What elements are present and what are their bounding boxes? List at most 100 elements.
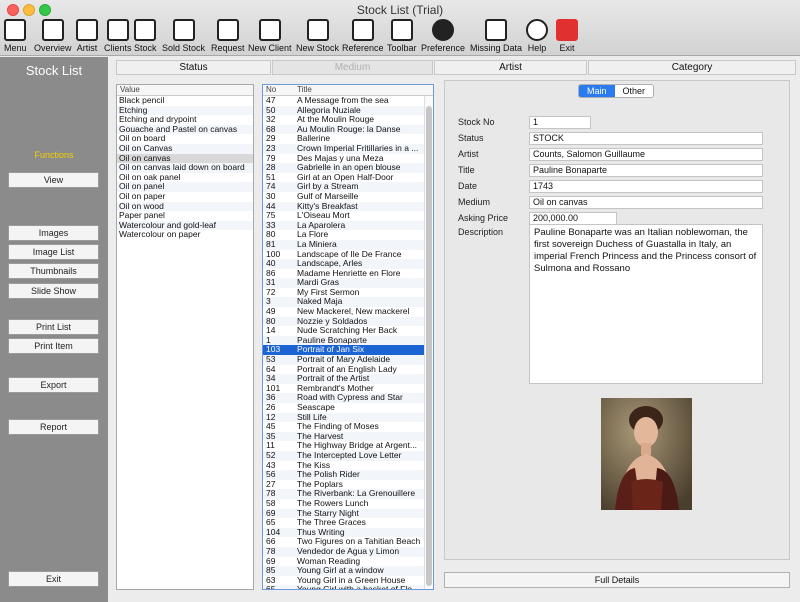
column-status[interactable]: Status <box>116 60 271 75</box>
list-item[interactable]: Oil on panel <box>117 182 253 192</box>
status-field[interactable]: STOCK <box>529 132 763 145</box>
date-field[interactable]: 1743 <box>529 180 763 193</box>
toolbar-artist-button[interactable]: Artist <box>76 16 98 56</box>
table-row[interactable]: 35 The Harvest <box>263 431 424 442</box>
table-row[interactable]: 81 La Miniera <box>263 239 424 250</box>
table-row[interactable]: 69 The Starry Night <box>263 508 424 519</box>
table-row[interactable]: 103 Portrait of Jan Six <box>263 345 424 356</box>
title-header[interactable]: Title <box>297 85 312 95</box>
artist-field[interactable]: Counts, Salomon Guillaume <box>529 148 763 161</box>
stock-no-field[interactable]: 1 <box>529 116 591 129</box>
toolbar-menu-button[interactable]: Menu <box>4 16 27 56</box>
toolbar-clients-button[interactable]: Clients <box>104 16 132 56</box>
table-row[interactable]: 63 Young Girl in a Green House <box>263 576 424 586</box>
tab-other[interactable]: Other <box>614 85 654 97</box>
toolbar-preference-button[interactable]: Preference <box>421 16 465 56</box>
sidebar-image-list-button[interactable]: Image List <box>8 244 99 260</box>
toolbar-toolbar-button[interactable]: Toolbar <box>387 16 417 56</box>
scrollbar-thumb[interactable] <box>426 106 432 586</box>
table-row[interactable]: 78 The Riverbank: La Grenouillere <box>263 489 424 499</box>
table-row[interactable]: 86 Madame Henriette en Flore <box>263 269 424 279</box>
table-row[interactable]: 49 New Mackerel, New mackerel <box>263 307 424 317</box>
table-row[interactable]: 32 At the Moulin Rouge <box>263 115 424 125</box>
sidebar-exit-button[interactable]: Exit <box>8 571 99 587</box>
toolbar-reference-button[interactable]: Reference <box>342 16 384 56</box>
toolbar-help-button[interactable]: Help <box>526 16 548 56</box>
table-row[interactable]: 52 The Intercepted Love Letter <box>263 450 424 461</box>
no-header[interactable]: No <box>263 85 297 95</box>
table-row[interactable]: 36 Road with Cypress and Star <box>263 393 424 403</box>
table-row[interactable]: 64 Portrait of an English Lady <box>263 365 424 375</box>
table-row[interactable]: 27 The Poplars <box>263 480 424 490</box>
column-medium[interactable]: Medium <box>272 60 433 75</box>
list-item[interactable]: Etching and drypoint <box>117 115 253 125</box>
table-row[interactable]: 47 A Message from the sea <box>263 96 424 106</box>
table-row[interactable]: 30 Gulf of Marseille <box>263 192 424 202</box>
table-row[interactable]: 12 Still Life <box>263 412 424 423</box>
list-item[interactable]: Etching <box>117 105 253 116</box>
toolbar-overview-button[interactable]: Overview <box>34 16 72 56</box>
table-row[interactable]: 69 Woman Reading <box>263 557 424 567</box>
sidebar-slide-show-button[interactable]: Slide Show <box>8 283 99 299</box>
list-item[interactable]: Oil on board <box>117 134 253 144</box>
stock-list-scrollbar[interactable] <box>424 96 433 589</box>
list-item[interactable]: Oil on canvas <box>117 153 253 164</box>
table-row[interactable]: 79 Des Majas y una Meza <box>263 154 424 164</box>
sidebar-export-button[interactable]: Export <box>8 377 99 393</box>
table-row[interactable]: 72 My First Sermon <box>263 288 424 298</box>
table-row[interactable]: 34 Portrait of the Artist <box>263 374 424 384</box>
full-details-button[interactable]: Full Details <box>444 572 790 588</box>
table-row[interactable]: 50 Allegoria Nuziale <box>263 105 424 116</box>
table-row[interactable]: 78 Vendedor de Agua y Limon <box>263 546 424 557</box>
table-row[interactable]: 43 The Kiss <box>263 461 424 471</box>
table-row[interactable]: 101 Rembrandt's Mother <box>263 384 424 394</box>
table-row[interactable]: 23 Crown Imperial Fritillaries in a ... <box>263 143 424 154</box>
sidebar-print-list-button[interactable]: Print List <box>8 319 99 335</box>
table-row[interactable]: 14 Nude Scratching Her Back <box>263 326 424 336</box>
table-row[interactable]: 33 La Aparolera <box>263 220 424 231</box>
medium-field[interactable]: Oil on canvas <box>529 196 763 209</box>
sidebar-images-button[interactable]: Images <box>8 225 99 241</box>
list-item[interactable]: Oil on canvas laid down on board <box>117 163 253 173</box>
table-row[interactable]: 58 The Rowers Lunch <box>263 499 424 509</box>
value-list[interactable]: Value Black pencil Etching Etching and dry… <box>116 84 254 590</box>
table-row[interactable]: 29 Ballerine <box>263 134 424 144</box>
stock-list[interactable]: No Title 47 A Message from the sea 50 Alleg… <box>262 84 434 590</box>
title-field[interactable]: Pauline Bonaparte <box>529 164 763 177</box>
sidebar-thumbnails-button[interactable]: Thumbnails <box>8 263 99 279</box>
list-item[interactable]: Paper panel <box>117 211 253 221</box>
table-row[interactable]: 11 The Highway Bridge at Argent... <box>263 441 424 451</box>
list-item[interactable]: Oil on Canvas <box>117 143 253 154</box>
table-row[interactable]: 45 The Finding of Moses <box>263 422 424 432</box>
table-row[interactable]: 75 L'Oiseau Mort <box>263 211 424 221</box>
table-row[interactable]: 65Young Girl with a basket of Flo... <box>263 585 424 589</box>
table-row[interactable]: 68 Au Moulin Rouge: la Danse <box>263 124 424 135</box>
table-row[interactable]: 74 Girl by a Stream <box>263 182 424 192</box>
toolbar-exit-button[interactable]: Exit <box>556 16 578 56</box>
tab-main[interactable]: Main <box>579 85 615 97</box>
table-row[interactable]: 56 The Polish Rider <box>263 470 424 480</box>
description-field[interactable]: Pauline Bonaparte was an Italian noblewo… <box>529 224 763 384</box>
list-item[interactable]: Oil on wood <box>117 201 253 212</box>
table-row[interactable]: 40 Landscape, Arles <box>263 259 424 269</box>
table-row[interactable]: 80 La Flore <box>263 230 424 240</box>
list-item[interactable]: Gouache and Pastel on canvas <box>117 124 253 135</box>
toolbar-missing-data-button[interactable]: Missing Data <box>470 16 522 56</box>
toolbar-sold-stock-button[interactable]: Sold Stock <box>162 16 205 56</box>
table-row[interactable]: 3 Naked Maja <box>263 297 424 308</box>
table-row[interactable]: 80 Nozzie y Soldados <box>263 316 424 327</box>
list-item[interactable]: Black pencil <box>117 96 253 106</box>
table-row[interactable]: 51 Girl at an Open Half-Door <box>263 173 424 183</box>
sidebar-view-button[interactable]: View <box>8 172 99 188</box>
table-row[interactable]: 104 Thus Writing <box>263 527 424 538</box>
table-row[interactable]: 28 Gabrielle in an open blouse <box>263 163 424 173</box>
toolbar-stock-button[interactable]: Stock <box>134 16 157 56</box>
list-item[interactable]: Oil on oak panel <box>117 173 253 183</box>
column-artist[interactable]: Artist <box>434 60 587 75</box>
list-item[interactable]: Watercolour on paper <box>117 230 253 240</box>
table-row[interactable]: 65 The Three Graces <box>263 518 424 528</box>
toolbar-request-button[interactable]: Request <box>211 16 245 56</box>
table-row[interactable]: 1 Pauline Bonaparte <box>263 335 424 346</box>
table-row[interactable]: 26 Seascape <box>263 403 424 413</box>
column-category[interactable]: Category <box>588 60 796 75</box>
